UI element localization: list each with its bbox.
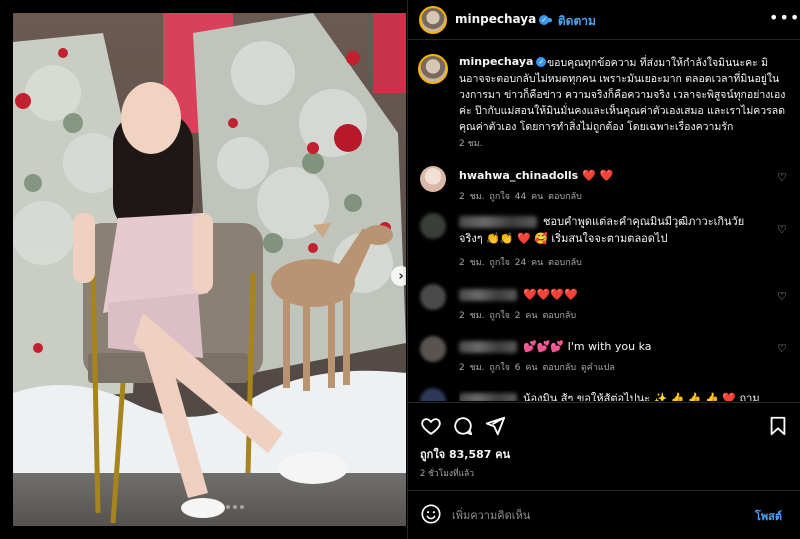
instagram-post-window: › minpechaya ✓ • ติดตาม ••• minpechaya ✓ ข… [0, 0, 800, 539]
comment-time: 2 ชม. [459, 192, 485, 202]
photo-illustration [13, 13, 406, 526]
post-header: minpechaya ✓ • ติดตาม ••• [408, 0, 800, 40]
comment-text-block: ❤️❤️❤️❤️ [459, 286, 759, 303]
reply-button[interactable]: ตอบกลับ [542, 363, 576, 373]
comment-meta: 2 ชม. ถูกใจ 44 คน ตอบกลับ [459, 189, 582, 203]
post-comment-button[interactable]: โพสต์ [755, 507, 782, 525]
comment-input[interactable] [452, 505, 742, 525]
comment-text: ❤️ ❤️ [582, 169, 614, 182]
comment-likes[interactable]: ถูกใจ 24 คน [489, 258, 543, 268]
reply-button[interactable]: ตอบกลับ [548, 258, 582, 268]
hidden-username [459, 393, 517, 401]
share-icon[interactable] [484, 415, 506, 437]
comment-text: น้องมิน สู้ๆ ขอให้สู้ต่อไปนะ ✨ 👍 👍 👍 ❤️ … [523, 392, 759, 401]
next-photo-button[interactable]: › [391, 266, 406, 286]
carousel-dot [233, 505, 237, 509]
carousel-dot [219, 505, 223, 509]
chevron-right-icon: › [398, 268, 404, 284]
username-text: minpechaya [455, 12, 537, 26]
comment-likes[interactable]: ถูกใจ 2 คน [489, 311, 537, 321]
post-side-panel: minpechaya ✓ • ติดตาม ••• minpechaya ✓ ขอบ… [407, 0, 800, 539]
comment-meta: 2 ชม. ถูกใจ 24 คน ตอบกลับ [459, 255, 582, 269]
comment-text: ❤️❤️❤️❤️ [523, 288, 578, 301]
follow-label: ติดตาม [557, 14, 596, 28]
comment-avatar[interactable] [420, 336, 446, 362]
comment-text: 💕💕💕 I'm with you ka [523, 340, 652, 353]
comment-composer: โพสต์ [408, 490, 800, 539]
comments-feed[interactable]: minpechaya ✓ ขอบคุณทุกข้อความ ที่ส่งมาให้… [408, 41, 800, 401]
comment-time: 2 ชม. [459, 258, 485, 268]
comment-meta: 2 ชม. ถูกใจ 2 คน ตอบกลับ [459, 308, 576, 322]
post-photo[interactable]: › [13, 13, 406, 526]
caption-avatar[interactable] [418, 54, 448, 84]
caption-time: 2 ชม. [459, 139, 483, 149]
carousel-dot [240, 505, 244, 509]
username[interactable]: minpechaya ✓ [455, 12, 550, 26]
like-count[interactable]: ถูกใจ 83,587 คน [420, 445, 510, 463]
comment-text-block: น้องมิน สู้ๆ ขอให้สู้ต่อไปนะ ✨ 👍 👍 👍 ❤️ … [459, 390, 759, 401]
heart-icon[interactable] [420, 415, 442, 437]
comment-time: 2 ชม. [459, 311, 485, 321]
reply-button[interactable]: ตอบกลับ [542, 311, 576, 321]
hidden-username [459, 341, 517, 353]
avatar[interactable] [419, 6, 447, 34]
post-actions [408, 402, 800, 442]
comment-icon[interactable] [452, 415, 474, 437]
bookmark-icon[interactable] [767, 415, 789, 437]
comment-avatar[interactable] [420, 213, 446, 239]
more-icon[interactable]: ••• [769, 8, 800, 27]
heart-icon[interactable]: ♡ [777, 223, 787, 236]
comment-username-text: hwahwa_chinadolls [459, 169, 579, 182]
comment-likes[interactable]: ถูกใจ 44 คน [489, 192, 543, 202]
emoji-icon[interactable] [420, 503, 442, 525]
carousel-dot [226, 505, 230, 509]
follow-button[interactable]: • ติดตาม [546, 12, 596, 31]
heart-icon[interactable]: ♡ [777, 290, 787, 303]
hidden-username [459, 216, 537, 228]
carousel-dots [219, 505, 244, 509]
comment-avatar[interactable] [420, 388, 446, 401]
comment-text-block: ชอบคำพูดแต่ละคำคุณมินมีวุฒิภาวะเกินวัยจร… [459, 213, 759, 247]
comment-text-block: 💕💕💕 I'm with you ka [459, 338, 759, 355]
post-timestamp: 2 ชั่วโมงที่แล้ว [420, 469, 475, 479]
hidden-username [459, 289, 517, 301]
see-translation-button[interactable]: ดูคำแปล [581, 363, 615, 373]
comment-likes[interactable]: ถูกใจ 6 คน [489, 363, 537, 373]
comment-time: 2 ชม. [459, 363, 485, 373]
comment-avatar[interactable] [420, 284, 446, 310]
heart-icon[interactable]: ♡ [777, 342, 787, 355]
caption-text: ขอบคุณทุกข้อความ ที่ส่งมาให้กำลังใจมินนะ… [459, 57, 786, 133]
heart-icon[interactable]: ♡ [777, 171, 787, 184]
comment-username[interactable]: hwahwa_chinadolls ❤️ ❤️ [459, 169, 613, 182]
comment-meta: 2 ชม. ถูกใจ 6 คน ตอบกลับ ดูคำแปล [459, 360, 615, 374]
comment-avatar[interactable] [420, 166, 446, 192]
reply-button[interactable]: ตอบกลับ [548, 192, 582, 202]
